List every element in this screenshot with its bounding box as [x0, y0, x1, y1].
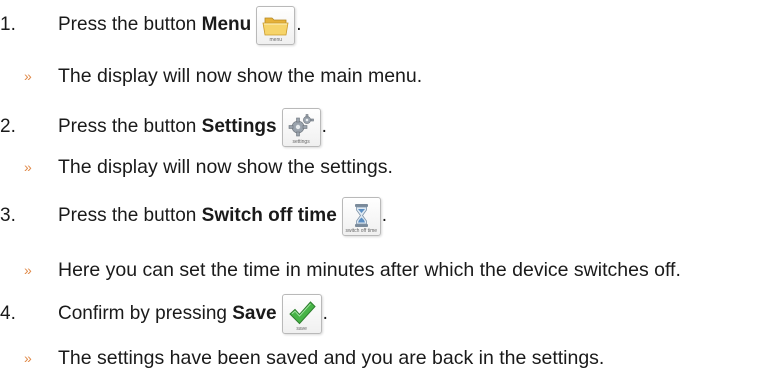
- button-name: Settings: [201, 116, 277, 137]
- result-text: The display will now show the settings.: [58, 156, 393, 178]
- button-name: Switch off time: [201, 205, 337, 226]
- button-name: Save: [232, 303, 277, 324]
- step-text: Confirm by pressing: [58, 303, 233, 324]
- button-caption: save: [296, 326, 307, 332]
- step-1: 1. Press the button Menu menu .: [0, 5, 302, 45]
- switch-off-time-button[interactable]: switch off time: [341, 196, 381, 236]
- result-marker: »: [24, 68, 32, 84]
- menu-button[interactable]: menu: [256, 5, 296, 45]
- save-button[interactable]: save: [281, 294, 322, 334]
- result-1: » The display will now show the main men…: [0, 64, 422, 88]
- step-text: Press the button: [58, 205, 202, 226]
- step-number: 1.: [0, 14, 16, 35]
- step-period: .: [296, 14, 302, 35]
- step-2: 2. Press the button Settings settings .: [0, 107, 327, 147]
- result-marker: »: [24, 159, 32, 175]
- step-text: Press the button: [58, 116, 202, 137]
- button-caption: switch off time: [345, 227, 378, 234]
- step-period: .: [321, 116, 327, 137]
- result-2: » The display will now show the settings…: [0, 155, 393, 179]
- result-4: » The settings have been saved and you a…: [0, 346, 604, 370]
- step-number: 2.: [0, 116, 16, 137]
- button-caption: menu: [269, 36, 283, 43]
- result-marker: »: [24, 262, 32, 278]
- step-period: .: [381, 205, 388, 226]
- result-3: » Here you can set the time in minutes a…: [0, 258, 681, 282]
- step-number: 4.: [0, 303, 16, 324]
- result-text: The display will now show the main menu.: [58, 65, 423, 87]
- step-4: 4. Confirm by pressing Save save .: [0, 292, 328, 336]
- result-text: Here you can set the time in minutes aft…: [58, 259, 681, 281]
- button-caption: settings: [292, 138, 310, 145]
- result-text: The settings have been saved and you are…: [58, 347, 605, 369]
- step-number: 3.: [0, 205, 16, 226]
- step-3: 3. Press the button Switch off time swit…: [0, 196, 387, 236]
- settings-button[interactable]: settings: [281, 107, 321, 147]
- result-marker: »: [24, 350, 32, 366]
- step-period: .: [322, 303, 328, 324]
- step-text: Press the button: [58, 14, 202, 35]
- button-name: Menu: [201, 14, 252, 35]
